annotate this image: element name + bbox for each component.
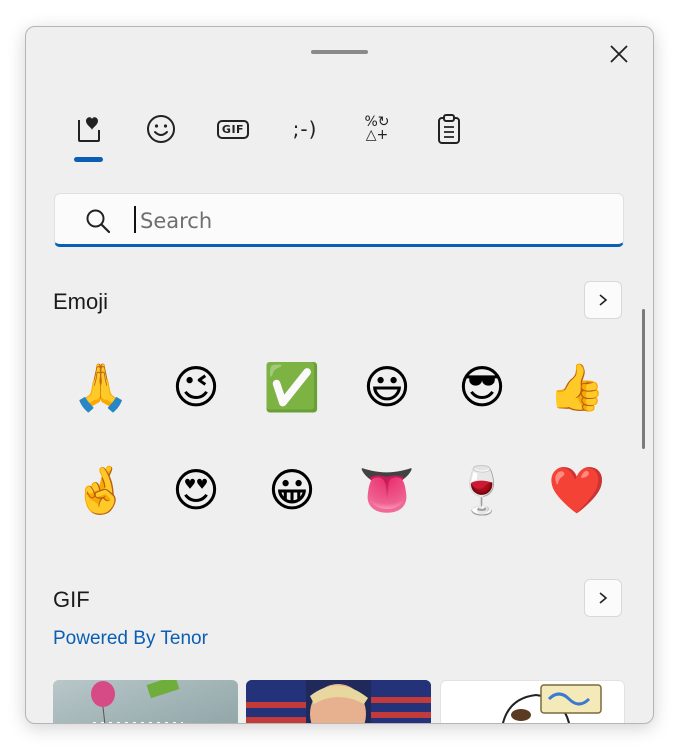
emoji-grid: 🙏 😉 ✅ 😃 😎 👍 🤞 😍 😀 👅 🍷 ❤️ <box>54 342 624 547</box>
emoticon-icon: ;-) <box>292 117 318 141</box>
search-box[interactable] <box>54 193 624 247</box>
scrollbar-thumb[interactable] <box>642 309 645 449</box>
emoji-panel: GIF ;-) %↻ △+ Emoji <box>25 26 654 724</box>
balloons-image <box>91 680 183 723</box>
gif-thumbnail[interactable] <box>53 680 238 723</box>
emoji-grinning-face-big-eyes[interactable]: 😃 <box>342 342 432 432</box>
cartoon-image <box>502 684 602 723</box>
emoji-folded-hands[interactable]: 🙏 <box>56 342 146 432</box>
tab-clipboard[interactable] <box>422 105 476 153</box>
emoji-check-mark-button[interactable]: ✅ <box>247 342 337 432</box>
emoji-tongue[interactable]: 👅 <box>342 445 432 535</box>
category-tabs: GIF ;-) %↻ △+ <box>54 105 494 165</box>
active-tab-indicator <box>74 157 103 162</box>
smiley-icon <box>147 115 175 143</box>
emoji-more-button[interactable] <box>584 281 622 319</box>
emoji-grinning-face[interactable]: 😀 <box>247 445 337 535</box>
search-icon <box>86 209 111 234</box>
tab-gif[interactable]: GIF <box>206 105 260 153</box>
close-icon <box>610 45 628 63</box>
gif-section-title: GIF <box>53 587 90 612</box>
drag-handle[interactable] <box>311 50 368 54</box>
chevron-right-icon <box>599 592 608 604</box>
text-caret <box>134 206 136 233</box>
close-button[interactable] <box>602 41 636 67</box>
emoji-winking-face[interactable]: 😉 <box>151 342 241 432</box>
emoji-section-title: Emoji <box>53 289 109 314</box>
flags-image <box>246 680 431 723</box>
gif-more-button[interactable] <box>584 579 622 617</box>
heart-in-box-icon <box>78 117 100 142</box>
emoji-thumbs-up[interactable]: 👍 <box>532 342 622 432</box>
tab-emoji[interactable] <box>134 105 188 153</box>
powered-by-tenor-link[interactable]: Powered By Tenor <box>53 628 208 650</box>
emoji-smiling-face-sunglasses[interactable]: 😎 <box>437 342 527 432</box>
tab-favorites[interactable] <box>62 105 116 153</box>
clipboard-icon <box>438 114 460 144</box>
search-input[interactable] <box>138 204 602 238</box>
gif-thumbnail[interactable] <box>246 680 431 723</box>
symbols-icon: %↻ △+ <box>364 114 390 143</box>
emoji-wine-glass[interactable]: 🍷 <box>437 445 527 535</box>
gif-thumbnail[interactable] <box>440 680 625 723</box>
chevron-right-icon <box>599 294 608 306</box>
tab-kaomoji[interactable]: ;-) <box>278 105 332 153</box>
gif-icon: GIF <box>216 119 250 139</box>
emoji-heart-eyes[interactable]: 😍 <box>151 445 241 535</box>
tab-symbols[interactable]: %↻ △+ <box>350 105 404 153</box>
emoji-crossed-fingers[interactable]: 🤞 <box>56 445 146 535</box>
emoji-red-heart[interactable]: ❤️ <box>532 445 622 535</box>
